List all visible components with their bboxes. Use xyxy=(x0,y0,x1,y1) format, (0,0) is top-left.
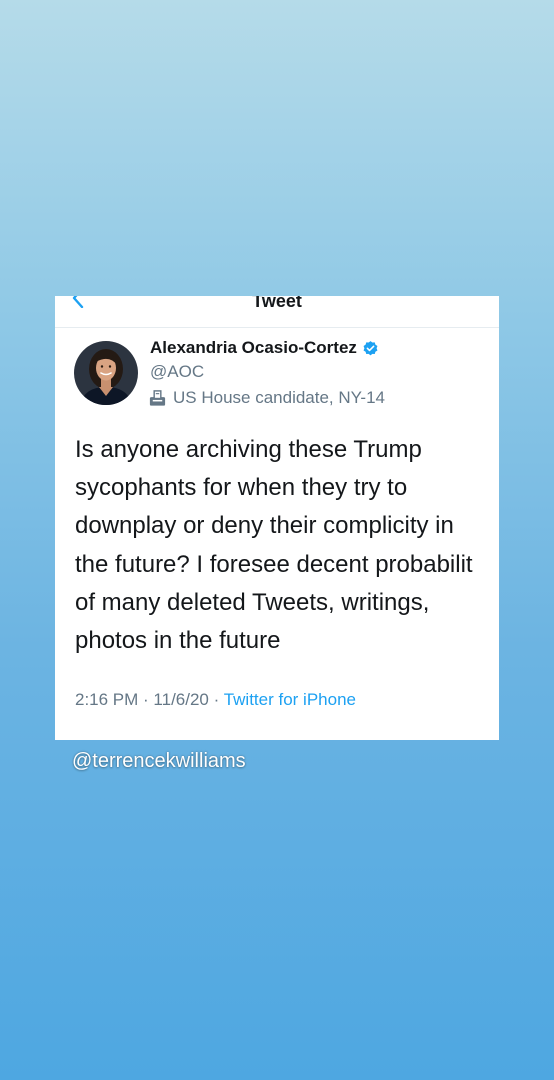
account-label: US House candidate, NY-14 xyxy=(148,388,385,408)
watermark-handle: @terrencekwilliams xyxy=(72,750,246,772)
author-handle[interactable]: @AOC xyxy=(150,362,204,382)
tweet-line: sycophants for when they try to xyxy=(75,474,408,502)
tweet-line: Is anyone archiving these Trump xyxy=(75,436,422,463)
tweet-text: Is anyone archiving these Trump sycophant… xyxy=(75,431,499,660)
avatar[interactable] xyxy=(74,341,138,405)
ballot-box-icon xyxy=(149,389,166,406)
tweet-line: downplay or deny their complicity in xyxy=(75,512,454,540)
account-label-text: US House candidate, NY-14 xyxy=(173,388,386,407)
tweet-line: the future? I foresee decent probabilit xyxy=(75,550,473,578)
page-title: Tweet xyxy=(252,296,302,311)
tweet-source[interactable]: Twitter for iPhone xyxy=(224,690,356,709)
author-name-row[interactable]: Alexandria Ocasio-Cortez xyxy=(150,338,379,358)
nav-bar: Tweet xyxy=(55,296,499,328)
verified-badge-icon xyxy=(363,340,378,355)
author-name[interactable]: Alexandria Ocasio-Cortez xyxy=(150,338,357,358)
tweet-line: of many deleted Tweets, writings, xyxy=(75,588,430,616)
tweet-card: Tweet Alexandria Ocasio-Cortez @AOC US H… xyxy=(55,296,499,740)
tweet-date[interactable]: 11/6/20 xyxy=(153,690,208,709)
tweet-meta: 2:16 PM · 11/6/20 · Twitter for iPhone xyxy=(75,690,356,709)
tweet-time[interactable]: 2:16 PM xyxy=(75,690,138,709)
tweet-line: photos in the future xyxy=(75,627,281,655)
